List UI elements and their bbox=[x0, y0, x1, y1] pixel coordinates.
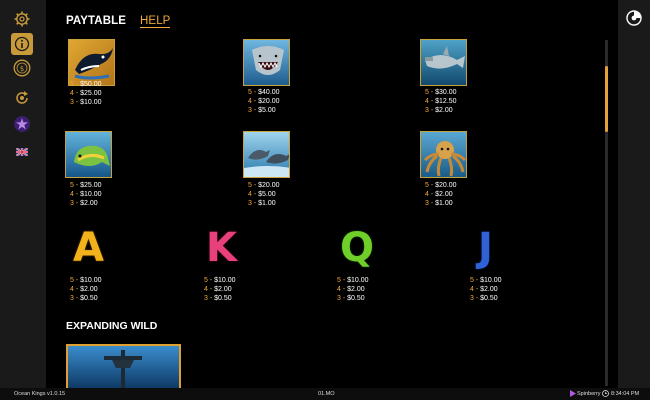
brand-logo-icon bbox=[570, 390, 576, 399]
bet-icon[interactable]: $ bbox=[11, 57, 33, 79]
symbol-hammerhead bbox=[420, 39, 467, 86]
octopus-symbol-image bbox=[420, 131, 467, 178]
hammerhead-symbol-image bbox=[420, 39, 467, 86]
scrollbar-thumb[interactable] bbox=[605, 66, 608, 132]
mahi-mahi-pays: 5 - $25.00 4 - $10.00 3 - $2.00 bbox=[70, 182, 102, 207]
settings-icon[interactable] bbox=[11, 8, 33, 30]
expanding-wild-heading: EXPANDING WILD bbox=[66, 320, 158, 332]
tab-paytable[interactable]: PAYTABLE bbox=[66, 15, 126, 28]
letter-j-pays: 5 - $10.00 4 - $2.00 3 - $0.50 bbox=[470, 277, 502, 302]
game-mode: 01.MO bbox=[318, 391, 335, 397]
symbol-letter-a: A bbox=[73, 225, 104, 271]
symbol-letter-j: J bbox=[478, 225, 493, 271]
left-sidebar: $ bbox=[0, 0, 46, 388]
shark-symbol-image bbox=[243, 39, 290, 86]
language-flag-icon[interactable] bbox=[11, 141, 33, 163]
info-icon[interactable] bbox=[11, 33, 33, 55]
dolphins-symbol-image bbox=[243, 131, 290, 178]
letter-q-pays: 5 - $10.00 4 - $2.00 3 - $0.50 bbox=[337, 277, 369, 302]
symbol-mahi-mahi bbox=[65, 131, 112, 178]
close-paytable-icon[interactable] bbox=[626, 10, 644, 28]
right-bar bbox=[618, 0, 650, 388]
orca-symbol-image bbox=[68, 39, 115, 86]
clock-icon bbox=[602, 390, 609, 399]
status-bar: Ocean Kings v1.0.15 01.MO Spinberry 8:34… bbox=[0, 388, 650, 400]
shark-pays: 5 - $40.00 4 - $20.00 3 - $5.00 bbox=[248, 89, 280, 114]
octopus-pays: 5 - $20.00 4 - $2.00 3 - $1.00 bbox=[425, 182, 457, 207]
mahi-mahi-symbol-image bbox=[65, 131, 112, 178]
expanding-wild-image bbox=[66, 344, 181, 388]
dolphins-pays: 5 - $20.00 4 - $5.00 3 - $1.00 bbox=[248, 182, 280, 207]
brand-name: Spinberry bbox=[577, 391, 601, 397]
symbol-letter-k: K bbox=[206, 225, 237, 271]
tab-help[interactable]: HELP bbox=[140, 15, 171, 28]
hammerhead-pays: 5 - $30.00 4 - $12.50 3 - $2.00 bbox=[425, 89, 457, 114]
symbol-orca bbox=[68, 39, 115, 86]
symbol-octopus bbox=[420, 131, 467, 178]
svg-text:$: $ bbox=[20, 65, 24, 73]
orca-pays: 5 - $50.00 4 - $25.00 3 - $10.00 bbox=[70, 81, 102, 106]
letter-a-pays: 5 - $10.00 4 - $2.00 3 - $0.50 bbox=[70, 277, 102, 302]
autoplay-icon[interactable] bbox=[11, 87, 33, 109]
symbol-dolphins bbox=[243, 131, 290, 178]
tab-bar: PAYTABLE HELP bbox=[66, 15, 171, 28]
bonus-icon[interactable] bbox=[11, 113, 33, 135]
symbol-shark bbox=[243, 39, 290, 86]
clock-time: 8:34:04 PM bbox=[611, 391, 640, 397]
symbol-letter-q: Q bbox=[340, 225, 375, 271]
paytable-panel: PAYTABLE HELP 5 - $50.00 4 - $25.00 3 - … bbox=[46, 0, 618, 388]
letter-k-pays: 5 - $10.00 4 - $2.00 3 - $0.50 bbox=[204, 277, 236, 302]
game-version: Ocean Kings v1.0.15 bbox=[14, 391, 66, 397]
